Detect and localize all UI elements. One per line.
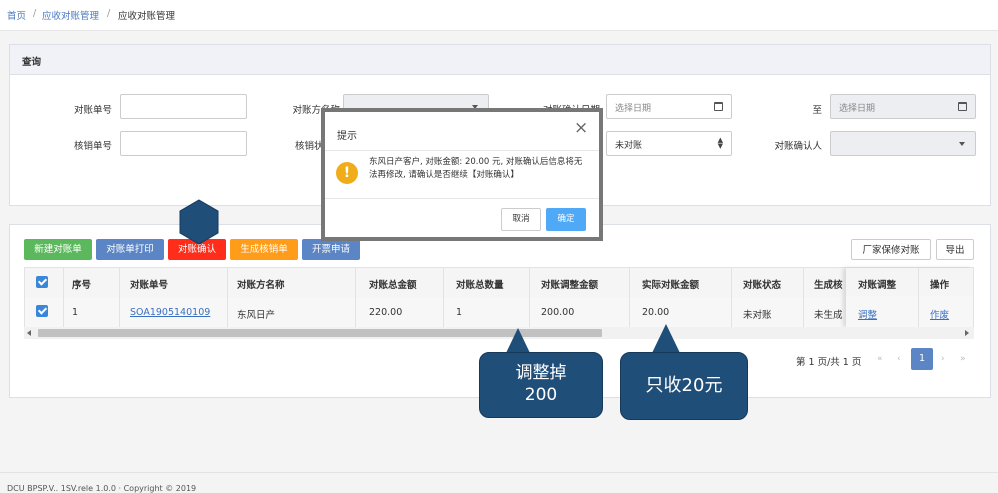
- callout-adjust: 调整掉 200: [479, 352, 603, 418]
- callout-actual: 只收20元: [620, 352, 748, 420]
